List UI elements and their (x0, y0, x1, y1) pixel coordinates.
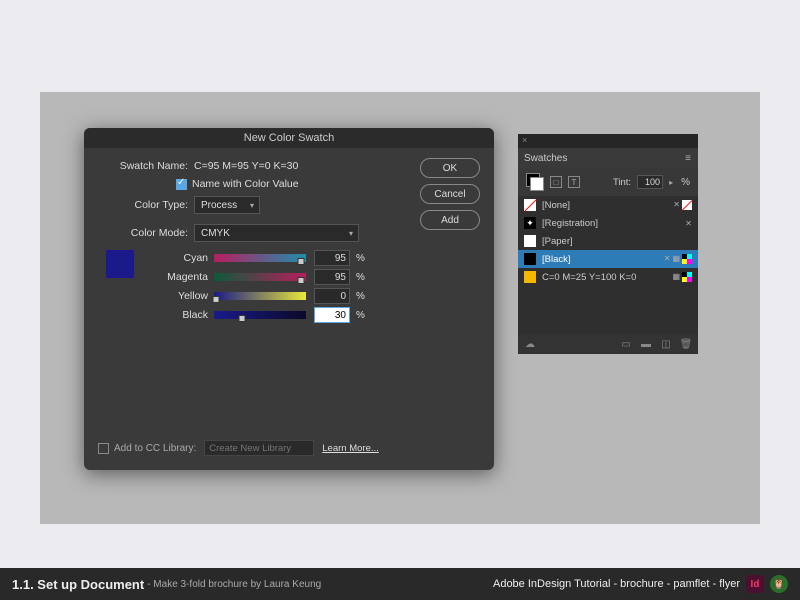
cyan-slider[interactable] (214, 254, 306, 262)
swatch-name-label: Swatch Name: (98, 160, 188, 172)
panel-close-icon[interactable]: × (522, 135, 527, 145)
tint-input[interactable] (637, 175, 663, 189)
dialog-title: New Color Swatch (84, 128, 494, 148)
fill-stroke-icon[interactable] (526, 173, 544, 191)
black-label: Black (146, 309, 208, 321)
text-swatch-icon[interactable]: T (568, 176, 580, 188)
lock-icon: ✕ (685, 219, 692, 228)
magenta-slider[interactable] (214, 273, 306, 281)
color-mode-dropdown[interactable]: CMYK (194, 224, 359, 242)
new-group-icon[interactable]: ▭ (620, 338, 632, 350)
yellow-swatch-icon (524, 271, 536, 283)
step-subtitle: - Make 3-fold brochure by Laura Keung (147, 579, 321, 590)
black-slider[interactable] (214, 311, 306, 319)
swatch-name-value: C=95 M=95 Y=0 K=30 (194, 160, 298, 172)
learn-more-link[interactable]: Learn More... (322, 443, 379, 454)
new-swatch-icon[interactable]: ◫ (660, 338, 672, 350)
magenta-input[interactable] (314, 269, 350, 285)
cyan-label: Cyan (146, 252, 208, 264)
yellow-slider[interactable] (214, 292, 306, 300)
trash-icon[interactable]: 🗑 (680, 338, 692, 350)
swatch-item-registration[interactable]: ✦ [Registration] ✕ (518, 214, 698, 232)
color-mode-label: Color Mode: (98, 227, 188, 239)
panel-title: Swatches (524, 153, 567, 164)
swatch-type-icon[interactable]: □ (550, 176, 562, 188)
folder-icon[interactable]: ▬ (640, 338, 652, 350)
tutorial-caption: 1.1. Set up Document - Make 3-fold broch… (0, 568, 800, 600)
yellow-input[interactable] (314, 288, 350, 304)
color-type-dropdown[interactable]: Process (194, 196, 260, 214)
tint-arrow-icon[interactable]: ▸ (669, 178, 673, 187)
yellow-label: Yellow (146, 290, 208, 302)
cmyk-icon (682, 254, 692, 264)
process-icon: ▦ (672, 272, 680, 282)
cloud-icon[interactable]: ☁ (524, 338, 536, 350)
cyan-input[interactable] (314, 250, 350, 266)
add-button[interactable]: Add (420, 210, 480, 230)
swatch-item-yellow[interactable]: C=0 M=25 Y=100 K=0 ▦ (518, 268, 698, 286)
name-with-value-label: Name with Color Value (192, 178, 299, 190)
name-with-value-checkbox[interactable] (176, 179, 187, 190)
paper-swatch-icon (524, 235, 536, 247)
black-input[interactable] (314, 307, 350, 323)
black-swatch-icon (524, 253, 536, 265)
panel-menu-icon[interactable]: ≡ (685, 153, 692, 164)
new-color-swatch-dialog: New Color Swatch OK Cancel Add Swatch Na… (84, 128, 494, 470)
swatch-item-paper[interactable]: [Paper] (518, 232, 698, 250)
swatch-item-none[interactable]: [None] ✕ (518, 196, 698, 214)
color-type-label: Color Type: (98, 199, 188, 211)
tint-label: Tint: (613, 177, 631, 188)
swatches-panel: × Swatches ≡ □ T Tint: ▸ % [None] ✕ ✦ [R… (518, 134, 698, 354)
cmyk-icon (682, 272, 692, 282)
process-icon: ▦ (672, 254, 680, 264)
none-swatch-icon (524, 199, 536, 211)
lock-icon: ✕ (673, 200, 680, 210)
magenta-label: Magenta (146, 271, 208, 283)
add-to-library-checkbox[interactable] (98, 443, 109, 454)
ok-button[interactable]: OK (420, 158, 480, 178)
step-title: 1.1. Set up Document (12, 577, 144, 592)
owl-badge-icon: 🦉 (770, 575, 788, 593)
library-name-input[interactable] (204, 440, 314, 456)
cancel-button[interactable]: Cancel (420, 184, 480, 204)
tutorial-title: Adobe InDesign Tutorial - brochure - pam… (493, 578, 740, 590)
add-to-library-label: Add to CC Library: (114, 443, 196, 454)
indesign-badge-icon: Id (746, 575, 764, 593)
none-icon (682, 200, 692, 210)
swatch-item-black[interactable]: [Black] ✕▦ (518, 250, 698, 268)
color-preview (106, 250, 134, 278)
lock-icon: ✕ (664, 254, 671, 264)
registration-swatch-icon: ✦ (524, 217, 536, 229)
